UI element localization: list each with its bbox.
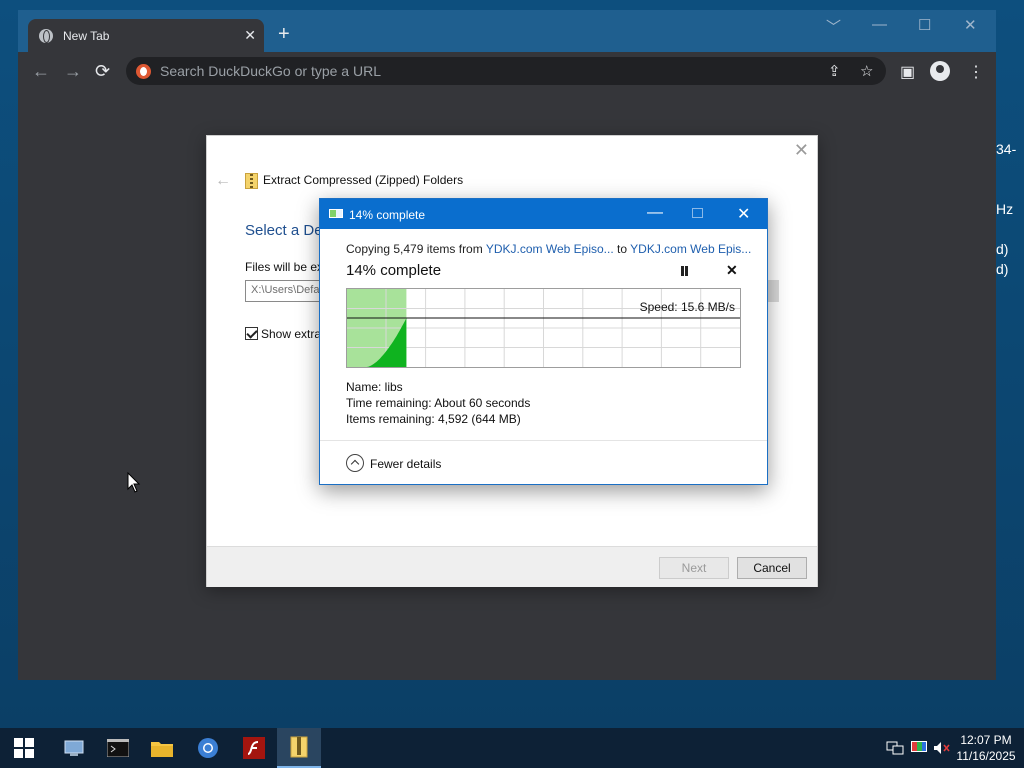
taskbar-command-prompt[interactable] [96, 728, 140, 768]
display-settings-icon[interactable] [910, 740, 928, 756]
progress-maximize-button [692, 208, 703, 218]
taskbar-chrome[interactable] [186, 728, 230, 768]
tab-new-tab[interactable]: New Tab ✕ [28, 19, 264, 52]
pause-icon[interactable] [680, 266, 689, 276]
reload-button[interactable]: ⟳ [95, 62, 110, 80]
zip-folder-icon [290, 736, 308, 758]
copying-to: to [613, 242, 631, 256]
side-panel-icon[interactable]: ▣ [900, 62, 915, 82]
wizard-heading: Select a De [245, 222, 323, 239]
network-icon[interactable] [886, 740, 904, 756]
tab-search-button[interactable]: ﹀ [826, 16, 841, 37]
terminal-icon [107, 739, 129, 757]
address-bar[interactable]: Search DuckDuckGo or type a URL ⇪ ☆ [126, 57, 886, 85]
speed-text: Speed: 15.6 MB/s [639, 300, 735, 314]
progress-window-title: 14% complete [349, 208, 426, 222]
chevron-up-circle-icon[interactable] [346, 454, 364, 472]
files-label: Files will be ex [245, 260, 324, 274]
copying-prefix: Copying 5,479 items from [346, 242, 486, 256]
tab-title: New Tab [63, 28, 110, 43]
desktop-text-fragment: d) [996, 241, 1009, 257]
tab-close-icon[interactable]: ✕ [244, 27, 256, 43]
divider [320, 440, 767, 441]
time-remaining: Time remaining: About 60 seconds [346, 396, 531, 410]
taskbar-extract-wizard[interactable] [277, 728, 321, 768]
percent-complete-text: 14% complete [346, 262, 442, 279]
current-file-name: Name: libs [346, 380, 403, 394]
mouse-cursor-icon [127, 472, 141, 493]
start-button[interactable] [2, 728, 46, 768]
share-icon[interactable]: ⇪ [828, 62, 841, 80]
menu-icon[interactable]: ⋮ [968, 62, 984, 82]
control-panel-icon [64, 740, 84, 756]
cancel-copy-icon[interactable]: ✕ [726, 262, 738, 279]
browser-toolbar: ← → ⟳ Search DuckDuckGo or type a URL ⇪ … [18, 52, 996, 92]
wizard-title: Extract Compressed (Zipped) Folders [263, 173, 464, 187]
items-remaining: Items remaining: 4,592 (644 MB) [346, 412, 521, 426]
show-files-label: Show extrac [261, 327, 328, 341]
next-button[interactable]: Next [659, 557, 729, 579]
desktop-text-fragment: Hz [996, 201, 1014, 217]
bookmark-star-icon[interactable]: ☆ [860, 62, 873, 80]
address-placeholder: Search DuckDuckGo or type a URL [160, 63, 381, 79]
volume-muted-icon[interactable] [933, 740, 951, 756]
profile-avatar-icon[interactable] [930, 61, 950, 81]
clock-time: 12:07 PM [960, 733, 1012, 747]
copying-summary: Copying 5,479 items from YDKJ.com Web Ep… [346, 242, 751, 256]
transfer-speed-graph: Speed: 15.6 MB/s [346, 288, 741, 368]
clock-date: 11/16/2025 [956, 749, 1016, 763]
progress-titlebar: 14% complete — ✕ [320, 199, 767, 229]
maximize-button[interactable]: ☐ [918, 16, 931, 34]
copy-progress-icon [329, 209, 343, 218]
new-tab-button[interactable]: + [278, 24, 290, 44]
progress-close-button[interactable]: ✕ [737, 204, 750, 224]
desktop-text-fragment: d) [996, 261, 1009, 277]
globe-icon [39, 28, 53, 43]
source-folder-link[interactable]: YDKJ.com Web Episo... [486, 242, 614, 256]
chrome-icon [198, 738, 218, 758]
wizard-back-icon[interactable]: ← [215, 172, 231, 190]
back-button[interactable]: ← [32, 62, 50, 80]
fewer-details-button[interactable]: Fewer details [370, 457, 441, 471]
cancel-button[interactable]: Cancel [737, 557, 807, 579]
minimize-button[interactable]: — [872, 16, 887, 33]
browse-button[interactable] [767, 280, 779, 302]
duckduckgo-icon [136, 63, 151, 79]
folder-icon [151, 742, 173, 757]
taskbar-control-panel[interactable] [52, 728, 96, 768]
forward-button[interactable]: → [64, 62, 82, 80]
windows-logo-icon [14, 738, 34, 758]
taskbar: 12:07 PM 11/16/2025 [0, 728, 1024, 768]
progress-minimize-button[interactable]: — [647, 204, 663, 222]
destination-folder-link[interactable]: YDKJ.com Web Epis... [630, 242, 751, 256]
taskbar-clock[interactable]: 12:07 PM 11/16/2025 [954, 732, 1018, 764]
close-window-button[interactable]: ✕ [964, 16, 977, 34]
copy-progress-dialog: 14% complete — ✕ Copying 5,479 items fro… [319, 198, 768, 485]
taskbar-file-explorer[interactable] [140, 728, 184, 768]
tab-strip: New Tab ✕ + ﹀ — ☐ ✕ [18, 10, 996, 52]
zip-folder-icon [245, 173, 258, 189]
taskbar-flash[interactable] [232, 728, 276, 768]
desktop-text-fragment: 34- [996, 141, 1017, 157]
flash-player-icon [243, 737, 265, 759]
wizard-close-icon[interactable]: ✕ [794, 140, 809, 161]
wizard-footer: Next Cancel [207, 546, 817, 587]
show-files-checkbox[interactable] [245, 327, 258, 340]
